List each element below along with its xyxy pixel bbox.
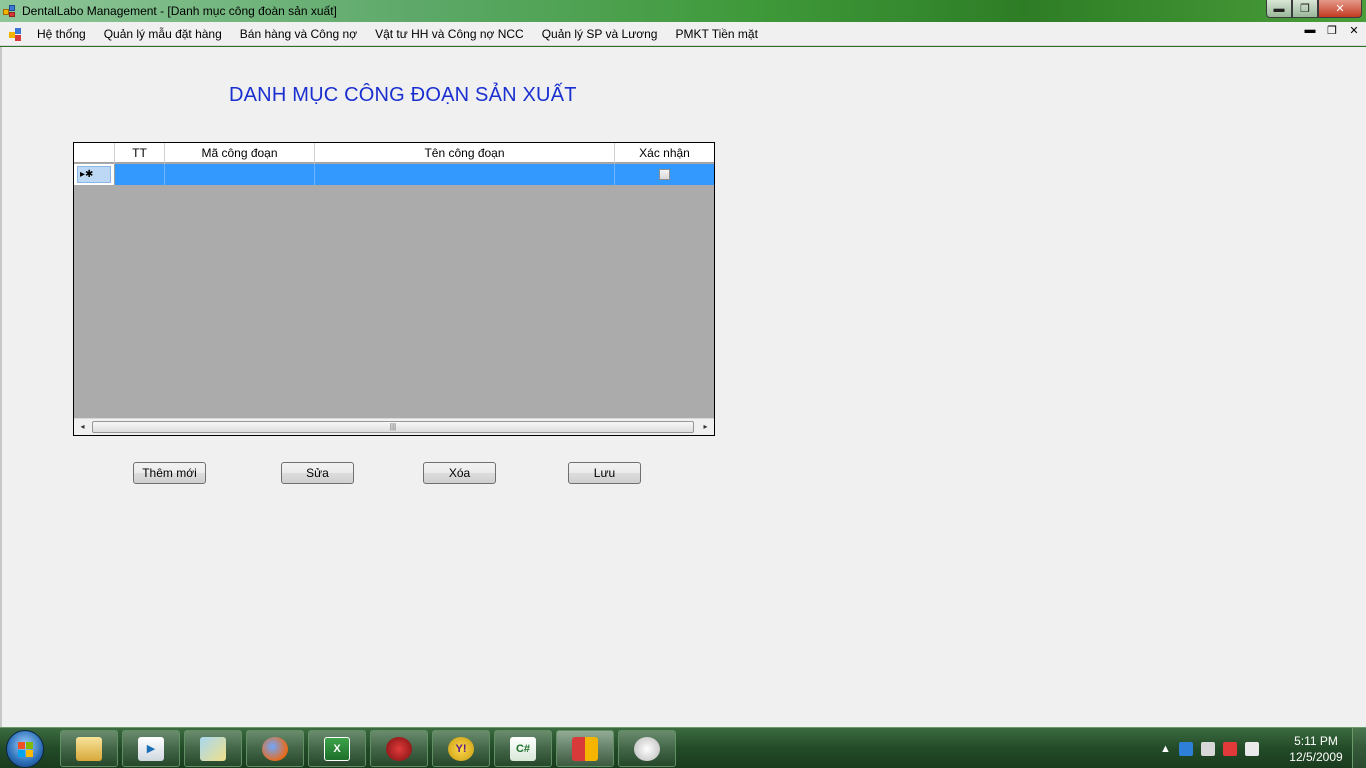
menu-item-ban-hang-cong-no[interactable]: Bán hàng và Công nợ <box>231 23 366 45</box>
scroll-right-icon[interactable]: ▸ <box>697 419 714 435</box>
app-red-icon <box>386 736 412 761</box>
column-header-xac-nhan[interactable]: Xác nhận <box>615 143 714 163</box>
volume-muted-icon[interactable] <box>1222 741 1237 756</box>
taskbar-dentallabo[interactable] <box>556 730 614 767</box>
system-tray: ▲ <box>1160 728 1259 768</box>
display-icon[interactable] <box>1200 741 1215 756</box>
taskbar-media-player[interactable]: ▶ <box>122 730 180 767</box>
xac-nhan-checkbox[interactable] <box>659 169 670 180</box>
taskbar-yahoo-messenger[interactable]: Y! <box>432 730 490 767</box>
scroll-left-icon[interactable]: ◂ <box>74 419 91 435</box>
mdi-restore-button[interactable]: ❐ <box>1326 24 1338 37</box>
paint-icon <box>634 736 660 761</box>
menu-item-he-thong[interactable]: Hệ thống <box>28 23 95 45</box>
explorer-icon <box>76 736 102 761</box>
cell-ma-cong-doan[interactable] <box>165 164 315 185</box>
column-header-ma-cong-doan[interactable]: Mã công đoạn <box>165 143 315 163</box>
column-header-tt[interactable]: TT <box>115 143 165 163</box>
action-center-icon[interactable] <box>1244 741 1259 756</box>
delete-button[interactable]: Xóa <box>423 462 496 484</box>
taskbar-excel[interactable]: X <box>308 730 366 767</box>
taskbar: ▶ X Y! C# ▲ 5:11 PM 12/5/2009 <box>0 727 1366 768</box>
window-controls: ▬ ❐ ✕ <box>1266 0 1362 18</box>
taskbar-explorer[interactable] <box>60 730 118 767</box>
dentallabo-icon <box>572 736 598 761</box>
grid-corner-header[interactable] <box>74 143 115 163</box>
title-bar[interactable]: DentalLabo Management - [Danh mục công đ… <box>0 0 1366 22</box>
minimize-button[interactable]: ▬ <box>1266 0 1292 18</box>
windows-logo-icon <box>18 742 34 758</box>
mdi-close-button[interactable]: ✕ <box>1348 24 1360 37</box>
data-grid[interactable]: TT Mã công đoạn Tên công đoạn Xác nhận ▸… <box>73 142 715 436</box>
mdi-controls: ▬ ❐ ✕ <box>1304 24 1360 37</box>
clock-date: 12/5/2009 <box>1289 750 1343 764</box>
menu-item-vat-tu-hh-cong-no-ncc[interactable]: Vật tư HH và Công nợ NCC <box>366 23 533 45</box>
save-button[interactable]: Lưu <box>568 462 641 484</box>
cell-tt[interactable] <box>115 164 165 185</box>
window-title: DentalLabo Management - [Danh mục công đ… <box>22 4 337 18</box>
grid-header: TT Mã công đoạn Tên công đoạn Xác nhận <box>74 143 714 163</box>
clock-time: 5:11 PM <box>1294 734 1338 748</box>
cell-ten-cong-doan[interactable] <box>315 164 615 185</box>
menu-item-quan-ly-sp-luong[interactable]: Quản lý SP và Lương <box>533 23 667 45</box>
excel-icon: X <box>324 736 350 761</box>
folder-icon <box>200 736 226 761</box>
menu-item-quan-ly-mau-dat-hang[interactable]: Quản lý mẫu đặt hàng <box>95 23 231 45</box>
add-new-button[interactable]: Thêm mới <box>133 462 206 484</box>
maximize-button[interactable]: ❐ <box>1292 0 1318 18</box>
close-button[interactable]: ✕ <box>1318 0 1362 18</box>
taskbar-folder[interactable] <box>184 730 242 767</box>
scroll-thumb[interactable]: ||| <box>92 421 694 433</box>
menu-item-pmkt-tien-mat[interactable]: PMKT Tiền mặt <box>666 23 766 45</box>
taskbar-firefox[interactable] <box>246 730 304 767</box>
taskbar-paint[interactable] <box>618 730 676 767</box>
mdi-minimize-button[interactable]: ▬ <box>1304 24 1316 37</box>
clock[interactable]: 5:11 PM 12/5/2009 <box>1284 733 1348 765</box>
row-header[interactable]: ▸✱ <box>74 164 115 185</box>
edit-button[interactable]: Sửa <box>281 462 354 484</box>
new-row-marker: ▸✱ <box>77 166 111 183</box>
csharp-icon: C# <box>510 736 536 761</box>
network-icon[interactable] <box>1178 741 1193 756</box>
show-desktop-button[interactable] <box>1352 728 1366 768</box>
taskbar-csharp[interactable]: C# <box>494 730 552 767</box>
taskbar-app-red[interactable] <box>370 730 428 767</box>
show-hidden-icons[interactable]: ▲ <box>1160 743 1171 755</box>
mdi-child-icon[interactable] <box>8 26 24 42</box>
yahoo-messenger-icon: Y! <box>448 736 474 761</box>
table-row[interactable]: ▸✱ <box>74 164 714 185</box>
horizontal-scrollbar[interactable]: ◂ ||| ▸ <box>74 418 714 435</box>
form-title: DANH MỤC CÔNG ĐOẠN SẢN XUẤT <box>229 84 577 106</box>
media-player-icon: ▶ <box>138 736 164 761</box>
app-icon <box>3 4 17 18</box>
column-header-ten-cong-doan[interactable]: Tên công đoạn <box>315 143 615 163</box>
firefox-icon <box>262 736 288 761</box>
cell-xac-nhan[interactable] <box>615 164 714 185</box>
menu-bar: Hệ thống Quản lý mẫu đặt hàng Bán hàng v… <box>0 22 1366 46</box>
start-button[interactable] <box>6 730 44 768</box>
